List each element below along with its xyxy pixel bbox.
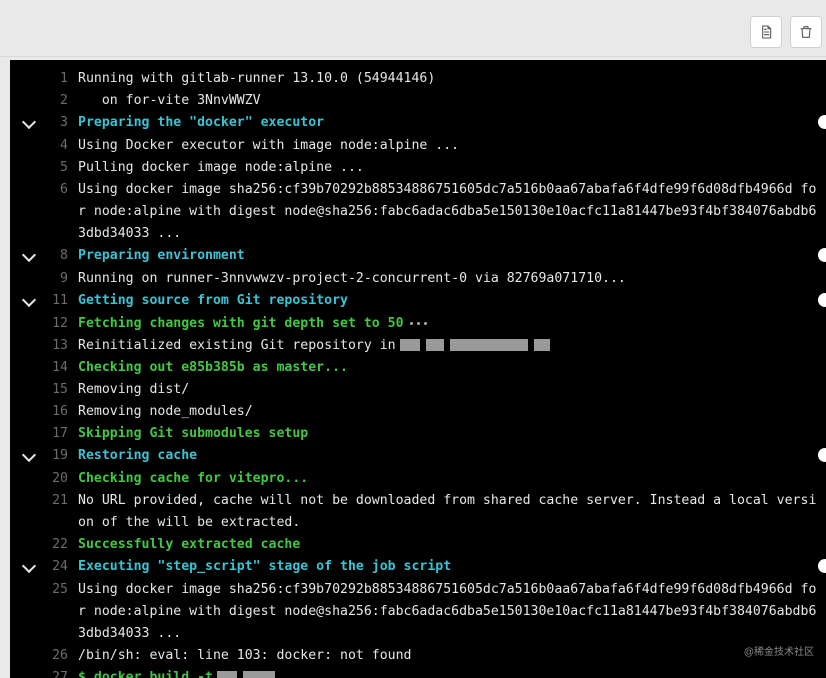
trash-icon <box>798 24 814 40</box>
log-text: Using docker image sha256:cf39b70292b885… <box>78 179 826 245</box>
log-line: 17Skipping Git submodules setup <box>10 423 826 445</box>
log-line: 13Reinitialized existing Git repository … <box>10 335 826 357</box>
log-text: Getting source from Git repository <box>78 290 826 312</box>
log-line: 9Running on runner-3nnvwwzv-project-2-co… <box>10 268 826 290</box>
line-number: 17 <box>38 423 78 445</box>
log-line: 15Removing dist/ <box>10 379 826 401</box>
log-line: 27$ docker build -t <box>10 667 826 678</box>
chevron-down-icon <box>22 559 36 573</box>
line-number: 24 <box>38 556 78 578</box>
chevron-down-icon <box>22 115 36 129</box>
log-text: Using Docker executor with image node:al… <box>78 135 826 157</box>
section-duration-badge <box>818 559 826 573</box>
watermark: @稀金技术社区 <box>744 642 814 664</box>
log-section-header[interactable]: 11Getting source from Git repository <box>10 290 826 313</box>
redacted-text <box>450 339 528 351</box>
collapse-toggle[interactable] <box>10 290 38 313</box>
line-number: 25 <box>38 579 78 601</box>
collapse-toggle[interactable] <box>10 112 38 135</box>
log-line: 21No URL provided, cache will not be dow… <box>10 490 826 534</box>
section-duration-badge <box>818 293 826 307</box>
line-number: 8 <box>38 245 78 267</box>
chevron-down-icon <box>22 293 36 307</box>
ellipsis-icon <box>410 322 427 325</box>
redacted-text <box>243 671 275 678</box>
line-number: 11 <box>38 290 78 312</box>
line-number: 15 <box>38 379 78 401</box>
line-number: 9 <box>38 268 78 290</box>
log-text: Running with gitlab-runner 13.10.0 (5494… <box>78 68 826 90</box>
redacted-text <box>534 339 550 351</box>
log-section-header[interactable]: 3Preparing the "docker" executor <box>10 112 826 135</box>
line-number: 14 <box>38 357 78 379</box>
section-duration-badge <box>818 248 826 262</box>
log-text: Successfully extracted cache <box>78 534 826 556</box>
top-actions <box>750 16 822 48</box>
log-text: Reinitialized existing Git repository in <box>78 335 826 357</box>
chevron-down-icon <box>22 448 36 462</box>
line-number: 1 <box>38 68 78 90</box>
line-number: 5 <box>38 157 78 179</box>
log-line: 6Using docker image sha256:cf39b70292b88… <box>10 179 826 245</box>
line-number: 2 <box>38 90 78 112</box>
line-number: 20 <box>38 468 78 490</box>
log-text: Restoring cache <box>78 445 826 467</box>
log-text: Executing "step_script" stage of the job… <box>78 556 826 578</box>
log-text: Preparing environment <box>78 245 826 267</box>
collapse-toggle[interactable] <box>10 556 38 579</box>
log-text: $ docker build -t <box>78 667 826 678</box>
line-number: 13 <box>38 335 78 357</box>
line-number: 26 <box>38 645 78 667</box>
collapse-toggle[interactable] <box>10 245 38 268</box>
redacted-text <box>217 671 237 678</box>
redacted-text <box>426 339 444 351</box>
log-text: Pulling docker image node:alpine ... <box>78 157 826 179</box>
line-number: 22 <box>38 534 78 556</box>
document-icon <box>758 24 774 40</box>
log-line: 12Fetching changes with git depth set to… <box>10 313 826 335</box>
log-text: Removing dist/ <box>78 379 826 401</box>
line-number: 19 <box>38 445 78 467</box>
line-number: 3 <box>38 112 78 134</box>
log-line: 25Using docker image sha256:cf39b70292b8… <box>10 579 826 645</box>
job-log[interactable]: 1Running with gitlab-runner 13.10.0 (549… <box>10 60 826 678</box>
chevron-down-icon <box>22 248 36 262</box>
log-line: 14Checking out e85b385b as master... <box>10 357 826 379</box>
top-bar <box>0 0 826 57</box>
log-line: 4Using Docker executor with image node:a… <box>10 135 826 157</box>
line-number: 27 <box>38 667 78 678</box>
log-text: No URL provided, cache will not be downl… <box>78 490 826 534</box>
line-number: 12 <box>38 313 78 335</box>
log-text: Skipping Git submodules setup <box>78 423 826 445</box>
log-text: Using docker image sha256:cf39b70292b885… <box>78 579 826 645</box>
line-number: 21 <box>38 490 78 512</box>
log-text: Preparing the "docker" executor <box>78 112 826 134</box>
erase-log-button[interactable] <box>790 16 822 48</box>
log-text: /bin/sh: eval: line 103: docker: not fou… <box>78 645 826 667</box>
log-section-header[interactable]: 19Restoring cache <box>10 445 826 468</box>
log-section-header[interactable]: 24Executing "step_script" stage of the j… <box>10 556 826 579</box>
log-text: Running on runner-3nnvwwzv-project-2-con… <box>78 268 826 290</box>
log-line: 26/bin/sh: eval: line 103: docker: not f… <box>10 645 826 667</box>
log-line: 2 on for-vite 3NnvWWZV <box>10 90 826 112</box>
log-line: 22Successfully extracted cache <box>10 534 826 556</box>
log-text: Checking out e85b385b as master... <box>78 357 826 379</box>
log-line: 1Running with gitlab-runner 13.10.0 (549… <box>10 68 826 90</box>
log-text: Fetching changes with git depth set to 5… <box>78 313 826 335</box>
log-text: Removing node_modules/ <box>78 401 826 423</box>
raw-log-button[interactable] <box>750 16 782 48</box>
log-line: 5Pulling docker image node:alpine ... <box>10 157 826 179</box>
log-text: Checking cache for vitepro... <box>78 468 826 490</box>
section-duration-badge <box>818 448 826 462</box>
collapse-toggle[interactable] <box>10 445 38 468</box>
redacted-text <box>400 339 420 351</box>
log-text: on for-vite 3NnvWWZV <box>78 90 826 112</box>
section-duration-badge <box>818 115 826 129</box>
log-line: 20Checking cache for vitepro... <box>10 468 826 490</box>
log-line: 16Removing node_modules/ <box>10 401 826 423</box>
log-section-header[interactable]: 8Preparing environment <box>10 245 826 268</box>
line-number: 4 <box>38 135 78 157</box>
line-number: 6 <box>38 179 78 201</box>
line-number: 16 <box>38 401 78 423</box>
